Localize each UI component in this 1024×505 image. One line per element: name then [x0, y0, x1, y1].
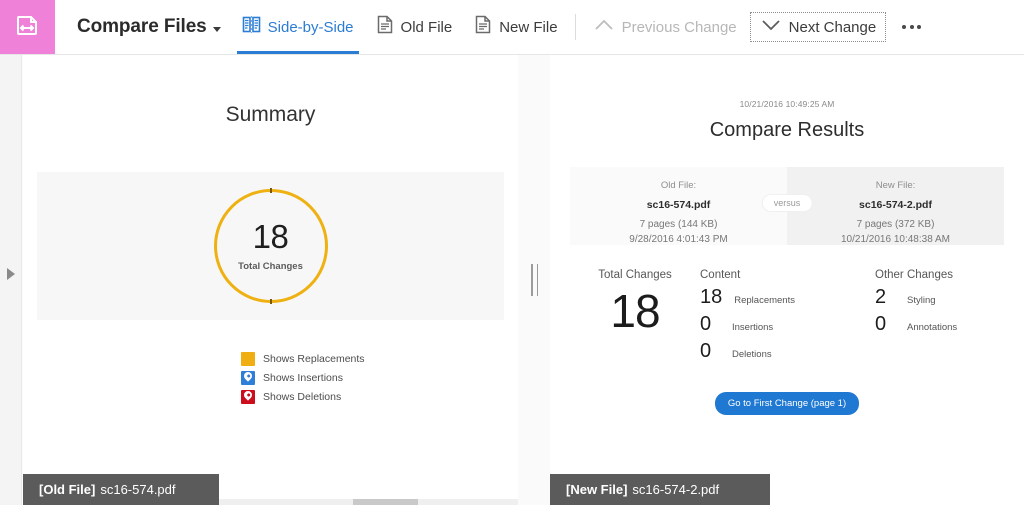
new-file-label: New File: [875, 180, 916, 191]
old-file-modified: 9/28/2016 4:01:43 PM [629, 233, 728, 245]
total-changes-donut: 18 Total Changes [213, 188, 328, 304]
tab-side-by-side-label: Side-by-Side [267, 18, 354, 36]
old-file-badge-name: sc16-574.pdf [100, 482, 176, 497]
document-icon [376, 15, 394, 39]
previous-change-button[interactable]: Previous Change [582, 0, 748, 54]
cta-container: Go to First Change (page 1) [550, 392, 1024, 415]
legend-item: Shows Replacements [241, 350, 518, 368]
replacements-label: Replacements [734, 295, 795, 306]
tab-new-file-label: New File [499, 18, 558, 36]
ellipsis-dot-icon [902, 25, 907, 29]
compare-files-logo-icon [15, 12, 41, 43]
toolbar-title: Compare Files [77, 16, 207, 37]
new-file-summary: New File: sc16-574-2.pdf 7 pages (372 KB… [787, 167, 1004, 245]
change-statistics: Total Changes 18 Content 18 Replacements… [570, 269, 1004, 362]
legend-item: Shows Insertions [241, 369, 518, 387]
new-file-pages: 7 pages (372 KB) [856, 219, 935, 230]
insertions-value: 0 [700, 313, 712, 335]
new-file-modified: 10/21/2016 10:48:38 AM [841, 233, 950, 245]
chevron-down-icon [212, 26, 221, 32]
tab-side-by-side[interactable]: Side-by-Side [231, 0, 365, 54]
styling-label: Styling [907, 295, 936, 306]
new-file-badge-tag: [New File] [566, 482, 628, 497]
summary-chart-card: 18 Total Changes [37, 172, 504, 320]
workspace: Summary 18 Total Changes Shows Replaceme… [0, 55, 1024, 505]
ellipsis-dot-icon [909, 25, 914, 29]
other-changes-heading: Other Changes [875, 269, 953, 281]
legend-label: Shows Replacements [263, 353, 365, 365]
total-changes-heading: Total Changes [598, 269, 672, 281]
tab-old-file[interactable]: Old File [365, 0, 464, 54]
stat-row: 0 Insertions [700, 313, 875, 335]
go-to-first-change-button[interactable]: Go to First Change (page 1) [714, 392, 860, 415]
stat-row: 18 Replacements [700, 286, 875, 308]
document-icon [474, 15, 492, 39]
stat-row: 0 Annotations [875, 313, 1004, 335]
app-toolbar: Compare Files Side-by-Side Old File New … [0, 0, 1024, 55]
compare-files-menu[interactable]: Compare Files [63, 0, 231, 54]
donut-tick-icon [269, 299, 272, 304]
replacements-value: 18 [700, 286, 723, 308]
results-timestamp: 10/21/2016 10:49:25 AM [739, 99, 835, 109]
insertion-pin-icon [241, 370, 255, 385]
annotations-label: Annotations [907, 322, 958, 333]
old-file-badge: [Old File] sc16-574.pdf [23, 474, 219, 505]
old-file-name: sc16-574.pdf [646, 199, 711, 211]
chevron-up-icon [593, 17, 615, 38]
deletions-label: Deletions [732, 349, 772, 360]
stat-row: 2 Styling [875, 286, 1004, 308]
old-file-label: Old File: [660, 180, 697, 191]
app-logo[interactable] [0, 0, 55, 54]
toolbar-divider [574, 14, 576, 40]
previous-change-label: Previous Change [621, 18, 737, 36]
new-file-badge: [New File] sc16-574-2.pdf [550, 474, 770, 505]
donut-caption: Total Changes [238, 261, 303, 272]
other-changes-column: Other Changes 2 Styling 0 Annotations [875, 269, 1004, 362]
toolbar-items: Compare Files Side-by-Side Old File New … [55, 0, 1024, 54]
styling-value: 2 [875, 286, 887, 308]
compare-results-heading: Compare Results [709, 119, 865, 141]
new-file-name: sc16-574-2.pdf [859, 199, 932, 211]
insertions-label: Insertions [732, 322, 774, 333]
deletion-pin-icon [241, 389, 255, 404]
horizontal-scrollbar[interactable] [353, 499, 418, 505]
file-comparison-row: Old File: sc16-574.pdf 7 pages (144 KB) … [570, 167, 1004, 245]
total-changes-column: Total Changes 18 [570, 269, 700, 362]
versus-badge: versus [762, 195, 812, 211]
tab-old-file-label: Old File [400, 18, 453, 36]
donut-value: 18 [252, 218, 289, 255]
new-file-badge-name: sc16-574-2.pdf [632, 482, 720, 497]
content-heading: Content [700, 269, 741, 281]
legend-label: Shows Deletions [263, 391, 342, 403]
left-gutter [0, 55, 22, 505]
next-change-button[interactable]: Next Change [749, 12, 887, 42]
legend-item: Shows Deletions [241, 388, 518, 406]
old-file-summary: Old File: sc16-574.pdf 7 pages (144 KB) … [570, 167, 787, 245]
replacement-swatch-icon [241, 352, 255, 366]
content-changes-column: Content 18 Replacements 0 Insertions 0 D… [700, 269, 875, 362]
side-by-side-icon [242, 15, 261, 39]
ellipsis-dot-icon [917, 25, 922, 29]
deletions-value: 0 [700, 340, 712, 362]
more-options-button[interactable] [888, 0, 935, 54]
change-legend: Shows Replacements Shows Insertions Show… [23, 350, 518, 406]
old-file-pages: 7 pages (144 KB) [639, 219, 718, 230]
stat-row: 0 Deletions [700, 340, 875, 362]
annotations-value: 0 [875, 313, 887, 335]
summary-heading: Summary [225, 103, 316, 126]
chevron-down-icon [760, 17, 782, 38]
new-file-panel[interactable]: 10/21/2016 10:49:25 AM Compare Results O… [550, 55, 1024, 505]
panel-splitter[interactable] [518, 55, 550, 505]
total-changes-value: 18 [610, 285, 660, 337]
old-file-badge-tag: [Old File] [39, 482, 96, 497]
old-file-panel[interactable]: Summary 18 Total Changes Shows Replaceme… [23, 55, 518, 505]
legend-label: Shows Insertions [263, 372, 343, 384]
tab-new-file[interactable]: New File [463, 0, 568, 54]
next-change-label: Next Change [788, 18, 877, 36]
splitter-grip-icon[interactable] [531, 264, 538, 296]
expand-panel-arrow-icon[interactable] [7, 268, 15, 280]
donut-tick-icon [269, 188, 272, 193]
